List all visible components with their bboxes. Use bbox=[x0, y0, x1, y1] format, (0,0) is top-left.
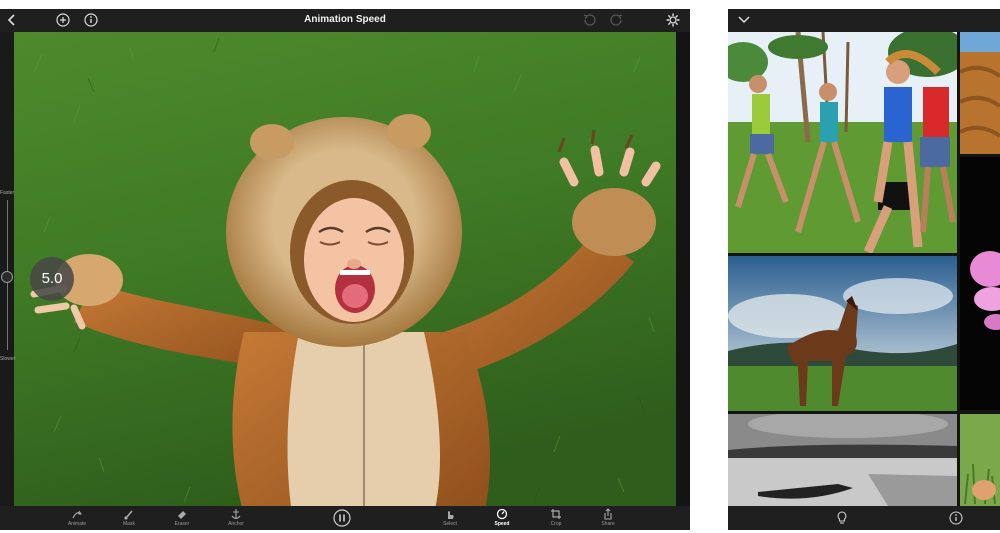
undo-icon[interactable] bbox=[581, 12, 597, 28]
tool-label: Select bbox=[443, 521, 457, 527]
editor-top-bar: Animation Speed bbox=[0, 9, 690, 32]
anchor-icon bbox=[231, 509, 241, 520]
slider-top-label: Faster bbox=[0, 190, 15, 196]
redo-icon[interactable] bbox=[609, 12, 625, 28]
eraser-icon bbox=[178, 511, 186, 519]
gear-icon[interactable] bbox=[665, 12, 681, 28]
canyon-rocks-photo-image bbox=[960, 32, 1000, 154]
animate-icon bbox=[72, 510, 82, 519]
rowboat-lake-photo[interactable] bbox=[728, 414, 957, 506]
tool-label: Animate bbox=[67, 521, 87, 527]
pause-icon[interactable] bbox=[333, 509, 351, 527]
tool-share[interactable]: Share bbox=[592, 508, 624, 527]
lion-costume-child-photo bbox=[14, 32, 676, 514]
speed-slider[interactable]: Faster Slower bbox=[0, 32, 16, 514]
share-icon bbox=[604, 508, 612, 520]
chevron-down-icon[interactable] bbox=[736, 13, 752, 27]
speedometer-icon bbox=[496, 508, 508, 520]
pink-flower-photo-image bbox=[970, 251, 1000, 330]
main-photo-canvas[interactable] bbox=[14, 32, 676, 514]
speed-value-badge: 5.0 bbox=[30, 257, 74, 301]
tool-label: Eraser bbox=[174, 521, 190, 527]
rowboat-lake-photo-image bbox=[728, 414, 957, 506]
beach-runners-photo-image bbox=[728, 32, 957, 253]
info-circle-icon[interactable] bbox=[948, 510, 964, 526]
pink-flower-photo[interactable] bbox=[960, 157, 1000, 410]
green-grass-photo-image bbox=[960, 414, 1000, 506]
tool-label: Crop bbox=[550, 521, 562, 527]
slider-bottom-label: Slower bbox=[0, 356, 16, 362]
horse-sky-photo-image bbox=[728, 256, 957, 411]
tool-crop[interactable]: Crop bbox=[540, 508, 572, 527]
green-grass-photo[interactable] bbox=[960, 414, 1000, 506]
editor-bottom-toolbar: Animate Mask Eraser Anchor Select Speed … bbox=[0, 506, 690, 530]
lightbulb-icon[interactable] bbox=[834, 510, 850, 526]
tool-mask[interactable]: Mask bbox=[113, 508, 145, 527]
crop-icon bbox=[551, 509, 561, 519]
tool-animate[interactable]: Animate bbox=[61, 508, 93, 527]
horse-sky-photo[interactable] bbox=[728, 256, 957, 411]
tool-anchor[interactable]: Anchor bbox=[220, 508, 252, 527]
slider-thumb[interactable] bbox=[1, 271, 13, 283]
tool-label: Anchor bbox=[228, 521, 244, 527]
tool-eraser[interactable]: Eraser bbox=[166, 508, 198, 527]
beach-runners-photo[interactable] bbox=[728, 32, 957, 253]
brush-icon bbox=[124, 510, 133, 520]
hand-pointer-icon bbox=[448, 511, 454, 519]
tool-label: Mask bbox=[123, 521, 135, 527]
canyon-rocks-photo[interactable] bbox=[960, 32, 1000, 154]
gallery-top-bar bbox=[728, 9, 1000, 32]
editor-screen: Animation Speed Faster Slower 5.0 Animat… bbox=[0, 9, 690, 530]
gallery-screen bbox=[728, 9, 1000, 530]
gallery-bottom-bar bbox=[728, 506, 1000, 530]
tool-speed[interactable]: Speed bbox=[486, 508, 518, 527]
tool-label: Share bbox=[601, 521, 615, 527]
tool-label: Speed bbox=[494, 521, 510, 527]
tool-select[interactable]: Select bbox=[434, 508, 466, 527]
